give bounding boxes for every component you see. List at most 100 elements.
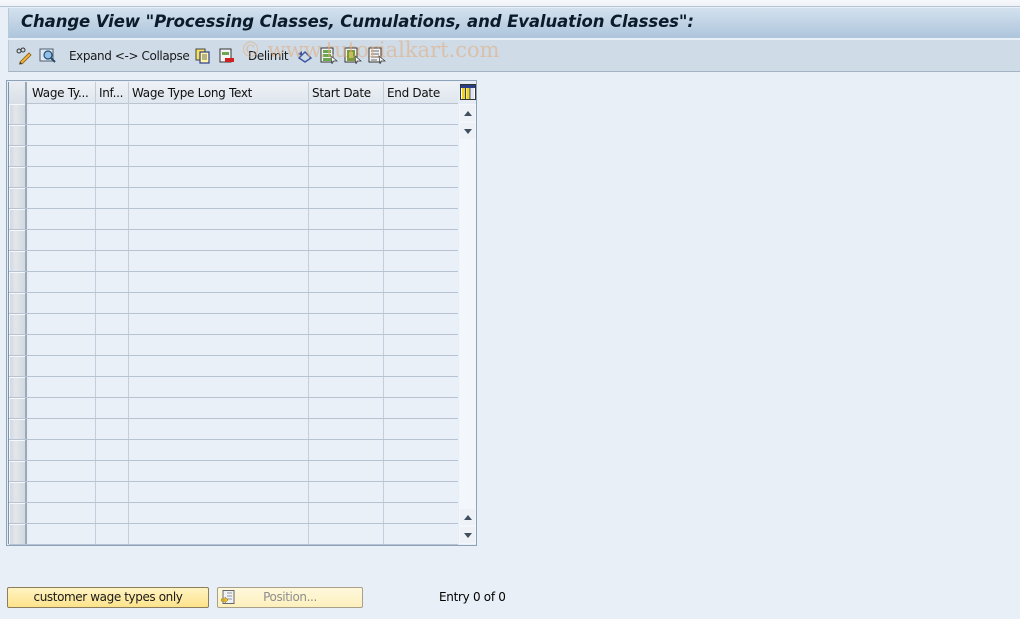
cell-wage-type[interactable] (29, 335, 96, 355)
row-selector[interactable] (9, 377, 27, 397)
cell-long-text[interactable] (129, 419, 309, 439)
cell-end-date[interactable] (384, 482, 458, 502)
cell-wage-type[interactable] (29, 524, 96, 544)
cell-inf[interactable] (96, 419, 129, 439)
row-selector[interactable] (9, 356, 27, 376)
cell-inf[interactable] (96, 272, 129, 292)
column-header-long-text[interactable]: Wage Type Long Text (129, 82, 309, 104)
cell-start-date[interactable] (309, 335, 384, 355)
cell-wage-type[interactable] (29, 230, 96, 250)
column-header-start-date[interactable]: Start Date (309, 82, 384, 104)
cell-end-date[interactable] (384, 440, 458, 460)
cell-start-date[interactable] (309, 377, 384, 397)
scroll-down-button[interactable] (460, 527, 475, 543)
cell-end-date[interactable] (384, 146, 458, 166)
cell-end-date[interactable] (384, 314, 458, 334)
cell-wage-type[interactable] (29, 398, 96, 418)
cell-wage-type[interactable] (29, 272, 96, 292)
row-selector[interactable] (9, 314, 27, 334)
row-selector[interactable] (9, 482, 27, 502)
cell-wage-type[interactable] (29, 104, 96, 124)
cell-long-text[interactable] (129, 482, 309, 502)
cell-start-date[interactable] (309, 146, 384, 166)
cell-end-date[interactable] (384, 251, 458, 271)
cell-wage-type[interactable] (29, 209, 96, 229)
cell-inf[interactable] (96, 482, 129, 502)
cell-long-text[interactable] (129, 356, 309, 376)
cell-wage-type[interactable] (29, 251, 96, 271)
cell-wage-type[interactable] (29, 377, 96, 397)
cell-inf[interactable] (96, 314, 129, 334)
cell-long-text[interactable] (129, 272, 309, 292)
cell-long-text[interactable] (129, 146, 309, 166)
expand-collapse-button[interactable]: Expand <-> Collapse (69, 46, 190, 66)
cell-long-text[interactable] (129, 209, 309, 229)
cell-end-date[interactable] (384, 188, 458, 208)
cell-long-text[interactable] (129, 230, 309, 250)
cell-inf[interactable] (96, 251, 129, 271)
cell-inf[interactable] (96, 356, 129, 376)
row-selector[interactable] (9, 230, 27, 250)
cell-start-date[interactable] (309, 104, 384, 124)
cell-long-text[interactable] (129, 167, 309, 187)
cell-start-date[interactable] (309, 188, 384, 208)
vertical-scrollbar[interactable] (459, 104, 476, 544)
cell-start-date[interactable] (309, 503, 384, 523)
cell-start-date[interactable] (309, 440, 384, 460)
cell-end-date[interactable] (384, 503, 458, 523)
cell-long-text[interactable] (129, 440, 309, 460)
cell-end-date[interactable] (384, 419, 458, 439)
column-header-wage-type[interactable]: Wage Ty... (29, 82, 96, 104)
row-selector[interactable] (9, 272, 27, 292)
cell-long-text[interactable] (129, 251, 309, 271)
cell-start-date[interactable] (309, 209, 384, 229)
cell-start-date[interactable] (309, 314, 384, 334)
table-settings-button[interactable] (460, 84, 476, 100)
cell-inf[interactable] (96, 209, 129, 229)
cell-start-date[interactable] (309, 125, 384, 145)
row-selector[interactable] (9, 125, 27, 145)
cell-long-text[interactable] (129, 125, 309, 145)
cell-inf[interactable] (96, 125, 129, 145)
cell-start-date[interactable] (309, 461, 384, 481)
row-selector[interactable] (9, 398, 27, 418)
row-selector[interactable] (9, 503, 27, 523)
row-selector[interactable] (9, 167, 27, 187)
cell-inf[interactable] (96, 293, 129, 313)
row-selector[interactable] (9, 524, 27, 544)
cell-long-text[interactable] (129, 104, 309, 124)
position-button[interactable]: Position... (217, 587, 363, 608)
cell-inf[interactable] (96, 524, 129, 544)
select-block-button[interactable] (344, 46, 362, 66)
cell-long-text[interactable] (129, 503, 309, 523)
cell-wage-type[interactable] (29, 293, 96, 313)
cell-end-date[interactable] (384, 167, 458, 187)
cell-start-date[interactable] (309, 398, 384, 418)
cell-wage-type[interactable] (29, 125, 96, 145)
scroll-page-up-button[interactable] (460, 105, 475, 121)
select-all-button[interactable] (320, 46, 338, 66)
cell-long-text[interactable] (129, 293, 309, 313)
find-button[interactable] (39, 46, 57, 66)
cell-end-date[interactable] (384, 209, 458, 229)
cell-wage-type[interactable] (29, 461, 96, 481)
cell-end-date[interactable] (384, 104, 458, 124)
row-selector[interactable] (9, 251, 27, 271)
cell-wage-type[interactable] (29, 146, 96, 166)
cell-long-text[interactable] (129, 398, 309, 418)
delete-button[interactable] (219, 46, 235, 66)
cell-start-date[interactable] (309, 230, 384, 250)
cell-inf[interactable] (96, 104, 129, 124)
cell-wage-type[interactable] (29, 356, 96, 376)
copy-as-button[interactable] (195, 46, 211, 66)
cell-start-date[interactable] (309, 272, 384, 292)
cell-start-date[interactable] (309, 167, 384, 187)
cell-end-date[interactable] (384, 524, 458, 544)
cell-wage-type[interactable] (29, 503, 96, 523)
undo-change-button[interactable] (297, 46, 315, 66)
cell-inf[interactable] (96, 188, 129, 208)
scroll-up-button[interactable] (460, 509, 475, 525)
cell-long-text[interactable] (129, 335, 309, 355)
row-selector[interactable] (9, 461, 27, 481)
cell-inf[interactable] (96, 461, 129, 481)
